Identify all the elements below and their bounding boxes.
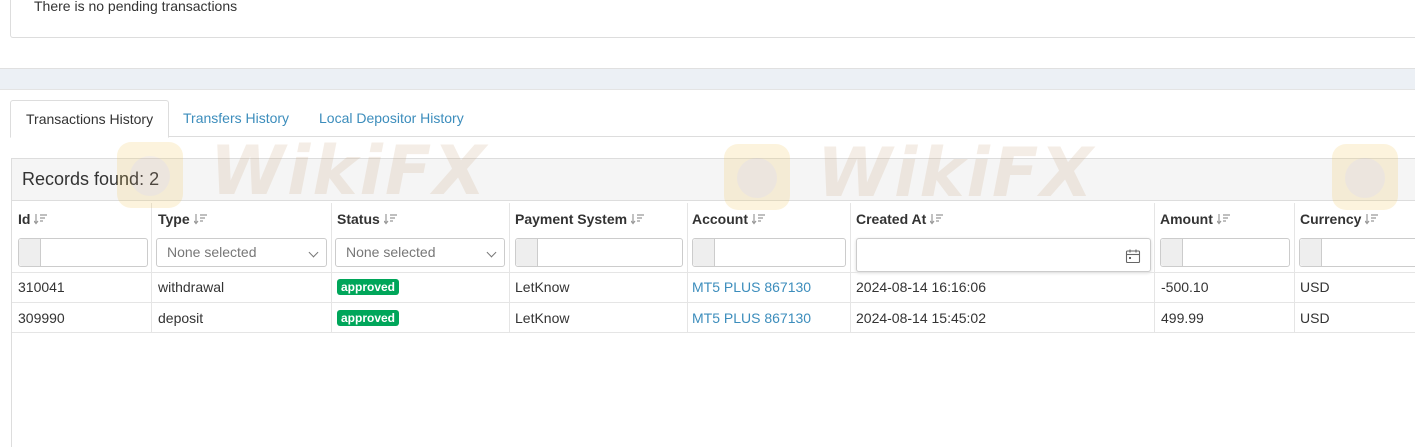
sort-icon[interactable] [34, 213, 48, 225]
column-header-id[interactable]: Id [18, 203, 48, 235]
column-divider [1294, 203, 1295, 333]
filter-addon [19, 239, 41, 266]
cell-created-at: 2024-08-14 15:45:02 [856, 310, 986, 326]
type-filter-select[interactable]: None selected [156, 238, 327, 267]
column-header-status[interactable]: Status [337, 203, 397, 235]
cell-status: approved [337, 272, 400, 302]
cell-id: 310041 [18, 279, 65, 295]
status-badge: approved [337, 310, 400, 327]
sort-icon[interactable] [631, 213, 645, 225]
records-count: Records found: 2 [12, 159, 1415, 201]
cell-status: approved [337, 303, 400, 333]
sort-icon[interactable] [193, 213, 207, 225]
filter-addon [1161, 239, 1183, 266]
cell-payment-system: LetKnow [515, 279, 570, 295]
cell-payment-system: LetKnow [515, 310, 570, 326]
filter-addon [516, 239, 538, 266]
tab-local-depositor-history[interactable]: Local Depositor History [304, 100, 479, 137]
tab-transfers-history[interactable]: Transfers History [168, 100, 304, 137]
cell-amount: -500.10 [1161, 279, 1209, 295]
sort-icon[interactable] [752, 213, 765, 225]
column-header-payment-system[interactable]: Payment System [515, 203, 645, 235]
account-filter-input[interactable] [692, 238, 846, 267]
sort-icon[interactable] [930, 213, 944, 225]
cell-created-at: 2024-08-14 16:16:06 [856, 279, 986, 295]
status-badge: approved [337, 279, 400, 296]
id-filter-input[interactable] [18, 238, 148, 267]
column-divider [151, 203, 152, 333]
column-divider [1154, 203, 1155, 333]
calendar-icon[interactable] [1125, 248, 1141, 267]
column-header-amount[interactable]: Amount [1160, 203, 1230, 235]
column-divider [331, 203, 332, 333]
status-filter-select[interactable]: None selected [335, 238, 505, 267]
cell-type: withdrawal [158, 279, 225, 295]
account-link[interactable]: MT5 PLUS 867130 [692, 303, 811, 333]
payment-system-filter-input[interactable] [515, 238, 683, 267]
cell-amount: 499.99 [1161, 310, 1204, 326]
currency-filter-input[interactable] [1299, 238, 1415, 267]
tab-transactions-history[interactable]: Transactions History [10, 100, 170, 138]
pending-transactions-panel: There is no pending transactions [10, 0, 1415, 38]
column-divider [687, 203, 688, 333]
cell-currency: USD [1300, 279, 1330, 295]
amount-filter-input[interactable] [1160, 238, 1290, 267]
pending-message: There is no pending transactions [34, 0, 238, 14]
created-at-date-filter[interactable] [856, 238, 1151, 272]
cell-type: deposit [158, 310, 204, 326]
sort-icon[interactable] [1365, 213, 1379, 225]
column-header-currency[interactable]: Currency [1300, 203, 1379, 235]
section-separator [0, 68, 1415, 90]
cell-id: 309990 [18, 310, 65, 326]
filter-addon [1300, 239, 1322, 266]
sort-icon[interactable] [1216, 213, 1230, 225]
chevron-down-icon [308, 247, 319, 258]
filter-addon [693, 239, 715, 266]
chevron-down-icon [486, 247, 497, 258]
cell-currency: USD [1300, 310, 1330, 326]
history-section: Transactions History Transfers History L… [0, 90, 1415, 447]
column-header-created-at[interactable]: Created At [856, 203, 944, 235]
account-link[interactable]: MT5 PLUS 867130 [692, 272, 811, 302]
records-panel: Records found: 2 Id Type Status Payment … [11, 158, 1415, 447]
column-header-type[interactable]: Type [158, 203, 207, 235]
column-divider [509, 203, 510, 333]
tab-strip: Transactions History Transfers History L… [10, 100, 1415, 138]
column-header-account[interactable]: Account [692, 203, 765, 235]
sort-icon[interactable] [383, 213, 397, 225]
column-divider [850, 203, 851, 333]
